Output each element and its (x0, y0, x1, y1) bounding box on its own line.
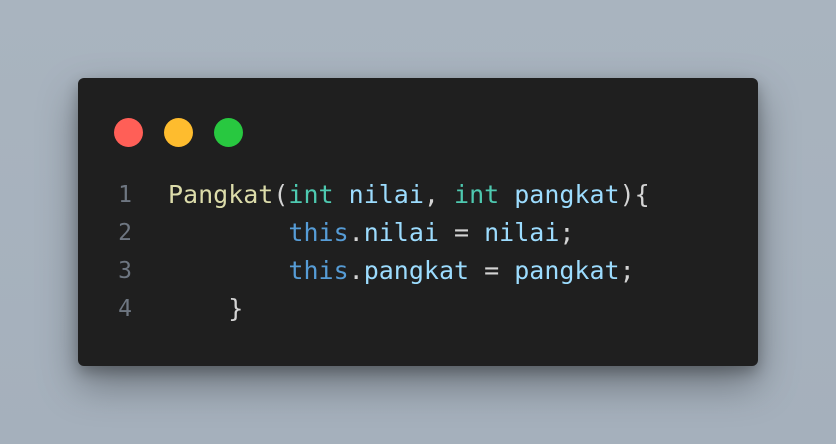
line-code: Pangkat(int nilai, int pangkat){ (168, 176, 650, 214)
close-button[interactable] (114, 118, 143, 147)
code-editor: 1 Pangkat(int nilai, int pangkat){2 this.… (78, 176, 758, 328)
code-token: ; (619, 256, 635, 285)
code-token: ( (273, 180, 289, 209)
code-token: pangkat (514, 256, 620, 285)
code-token: pangkat (514, 180, 620, 209)
code-token: . (348, 218, 364, 247)
code-token: = (469, 256, 515, 285)
code-token: ){ (619, 180, 650, 209)
maximize-button[interactable] (214, 118, 243, 147)
code-token: , (423, 180, 455, 209)
code-token: } (168, 294, 244, 323)
code-token: = (438, 218, 485, 247)
code-token: . (348, 256, 364, 285)
code-token: nilai (363, 218, 439, 247)
code-token: int (454, 180, 500, 209)
code-token: pangkat (363, 256, 470, 285)
code-line: 1 Pangkat(int nilai, int pangkat){ (78, 176, 758, 214)
code-token: this (288, 218, 349, 247)
code-line: 3 this.pangkat = pangkat; (78, 252, 758, 290)
code-token: this (288, 256, 349, 285)
line-number: 3 (118, 258, 132, 284)
code-token: nilai (348, 180, 424, 209)
code-token: ; (559, 218, 575, 247)
code-line: 2 this.nilai = nilai; (78, 214, 758, 252)
code-token: nilai (484, 218, 560, 247)
line-code: this.pangkat = pangkat; (168, 252, 635, 290)
window-controls (114, 118, 243, 147)
line-code: } (168, 290, 243, 328)
line-number: 1 (118, 182, 132, 208)
line-number: 4 (118, 296, 132, 322)
line-number: 2 (118, 220, 132, 246)
line-code: this.nilai = nilai; (168, 214, 574, 252)
minimize-button[interactable] (164, 118, 193, 147)
code-token: int (288, 180, 334, 209)
code-line: 4 } (78, 290, 758, 328)
code-window: 1 Pangkat(int nilai, int pangkat){2 this.… (78, 78, 758, 366)
code-token: Pangkat (168, 180, 274, 209)
